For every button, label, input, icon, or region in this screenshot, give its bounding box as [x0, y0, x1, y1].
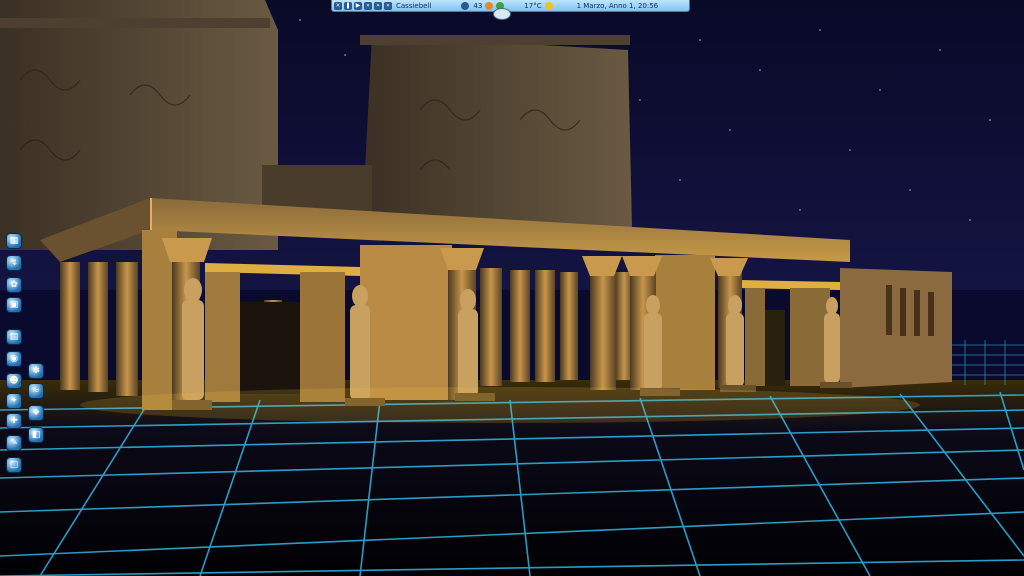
- mural-wall: [840, 268, 952, 388]
- close-icon[interactable]: ×: [334, 1, 342, 10]
- play-icon[interactable]: ▶: [354, 1, 362, 10]
- research-tool[interactable]: ✚: [6, 413, 22, 429]
- faster-icon[interactable]: »: [374, 1, 382, 10]
- game-viewport[interactable]: × ❚ ▶ » » » Cassiebell 43 17°C 1 Marzo, …: [0, 0, 1024, 576]
- demolish-tool[interactable]: ▣: [6, 297, 22, 313]
- camera-tool[interactable]: ◧: [28, 427, 44, 443]
- path-tool[interactable]: ↯: [6, 255, 22, 271]
- shops-tool[interactable]: ◉: [6, 351, 22, 367]
- guest-icon[interactable]: [461, 1, 470, 10]
- camera-eye-icon[interactable]: [493, 8, 511, 20]
- scenery-tool[interactable]: ✿: [6, 277, 22, 293]
- left-toolbar: ▦ ↯ ✿ ▣ ▤ ◉ ☻ ✦ ✚ ✎ ▢ ✽ ≈ ❖ ◧: [6, 233, 50, 473]
- fireworks-tool[interactable]: ❖: [28, 405, 44, 421]
- finance-tool[interactable]: ✦: [6, 393, 22, 409]
- scene-svg: [0, 0, 1024, 576]
- guest-count: 43: [473, 1, 483, 10]
- terrain-tool[interactable]: ▦: [6, 233, 22, 249]
- settings-tool[interactable]: ✎: [6, 435, 22, 451]
- temperature: 17°C: [524, 1, 542, 10]
- sun-icon: [544, 1, 553, 10]
- staff-tool[interactable]: ☻: [6, 373, 22, 389]
- pause-icon[interactable]: ❚: [344, 1, 352, 10]
- water-tool[interactable]: ≈: [28, 383, 44, 399]
- fastest-icon[interactable]: »: [384, 1, 392, 10]
- status-bar: × ❚ ▶ » » » Cassiebell 43 17°C 1 Marzo, …: [331, 0, 690, 12]
- date-time: 1 Marzo, Anno 1, 20:56: [576, 1, 659, 10]
- rides-tool[interactable]: ▤: [6, 329, 22, 345]
- park-name[interactable]: Cassiebell: [396, 2, 431, 10]
- fast-forward-icon[interactable]: »: [364, 1, 372, 10]
- right-pylon: [362, 35, 632, 228]
- weather-tool[interactable]: ✽: [28, 363, 44, 379]
- delete-tool[interactable]: ▢: [6, 457, 22, 473]
- happiness-icon[interactable]: [485, 1, 494, 10]
